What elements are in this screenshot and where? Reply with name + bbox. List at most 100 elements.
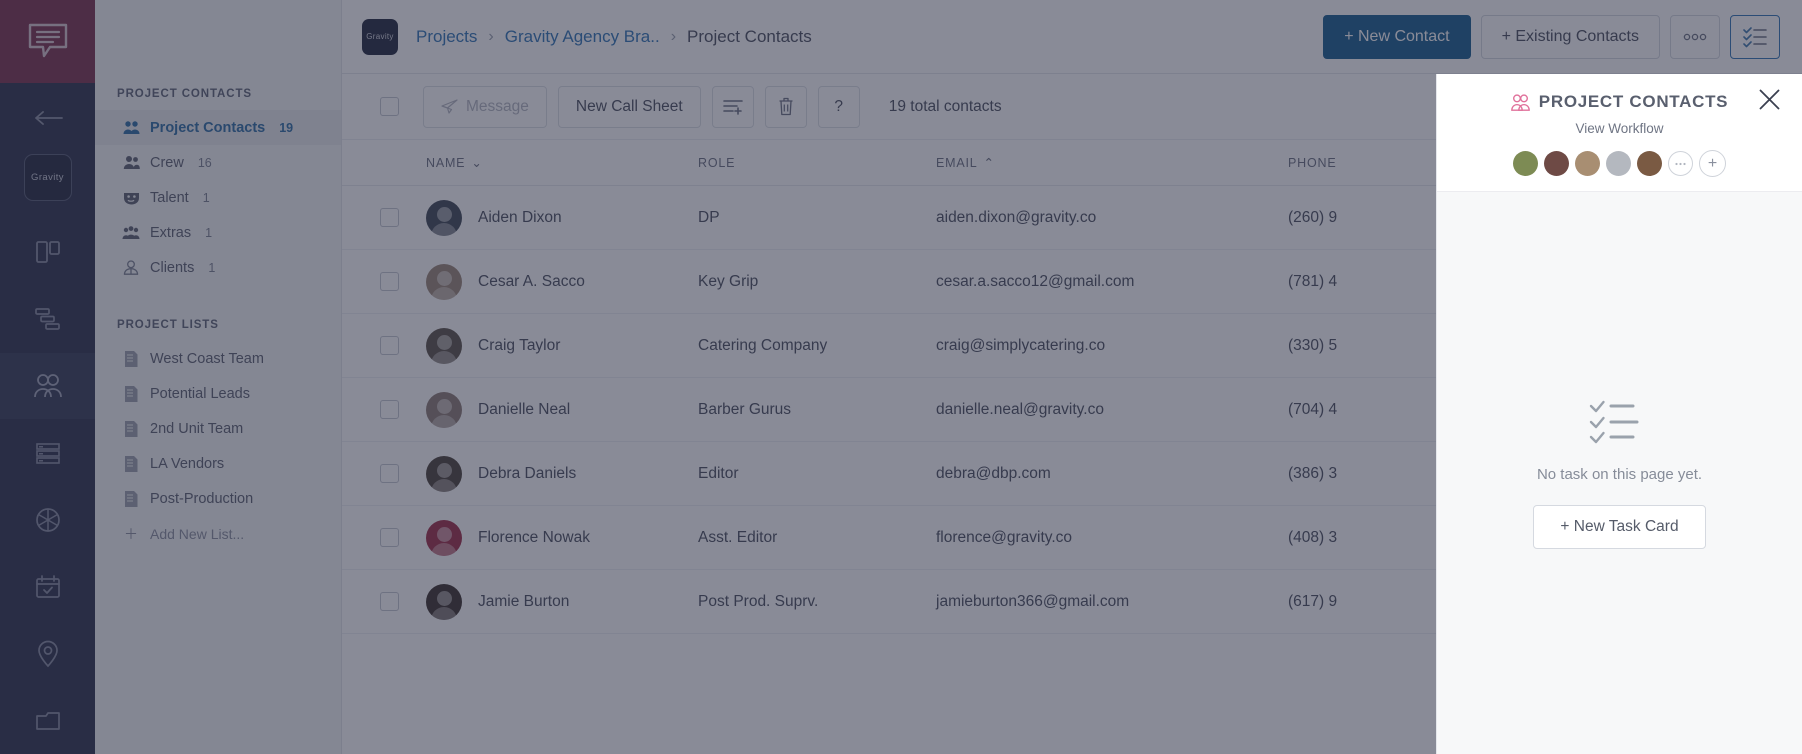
sidebar-item-talent[interactable]: Talent 1 (95, 180, 341, 215)
chat-bubble-logo-icon (28, 24, 67, 58)
rail-item-files[interactable] (0, 687, 95, 754)
breadcrumb-separator: › (670, 27, 677, 45)
rail-item-boards[interactable] (0, 219, 95, 286)
boards-icon (35, 241, 60, 264)
more-options-button[interactable] (1670, 14, 1720, 59)
help-button[interactable]: ? (817, 85, 860, 128)
trash-icon (779, 97, 793, 116)
more-dots-icon (1683, 33, 1707, 40)
rail-item-media[interactable] (0, 486, 95, 553)
sidebar-item-label: Project Contacts (150, 119, 266, 136)
sidebar-list-label: West Coast Team (150, 350, 264, 367)
sidebar-item-extras[interactable]: Extras 1 (95, 215, 341, 250)
row-name-cell: Debra Daniels (426, 455, 698, 492)
avatar[interactable] (1513, 151, 1538, 176)
contact-role: Catering Company (698, 336, 828, 354)
close-button[interactable] (1759, 89, 1780, 115)
contacts-pink-icon (1510, 93, 1530, 111)
rail-item-calendar[interactable] (0, 553, 95, 620)
sidebar-list-2nd-unit-team[interactable]: 2nd Unit Team (95, 411, 341, 446)
sidebar-item-count: 19 (279, 120, 294, 135)
existing-contacts-button[interactable]: + Existing Contacts (1480, 14, 1660, 59)
row-checkbox[interactable] (380, 208, 399, 227)
column-header-role[interactable]: ROLE (698, 156, 936, 170)
list-doc-icon (122, 490, 140, 507)
column-label: EMAIL (936, 155, 978, 170)
new-call-sheet-button[interactable]: New Call Sheet (557, 85, 701, 128)
crew-icon (122, 155, 140, 170)
new-task-card-button[interactable]: + New Task Card (1533, 504, 1706, 549)
row-checkbox[interactable] (380, 592, 399, 611)
rail-item-schedule[interactable] (0, 286, 95, 353)
contact-email: cesar.a.sacco12@gmail.com (936, 272, 1135, 290)
sidebar-list-post-production[interactable]: Post-Production (95, 481, 341, 516)
aperture-icon (35, 507, 60, 532)
collapse-back-button[interactable] (0, 83, 95, 154)
add-to-list-button[interactable] (711, 85, 754, 128)
rail-item-contacts[interactable] (0, 352, 95, 420)
add-member-button[interactable]: + (1699, 150, 1726, 177)
sidebar-item-count: 16 (197, 155, 212, 170)
sidebar-section-lists-title: PROJECT LISTS (117, 319, 219, 331)
project-switcher-button[interactable]: Gravity (23, 153, 72, 201)
avatar[interactable] (1544, 151, 1569, 176)
primary-nav-rail: Gravity (0, 0, 95, 754)
row-checkbox-cell (380, 272, 426, 291)
plus-icon: ＋ (124, 525, 138, 542)
contact-name: Aiden Dixon (478, 208, 562, 226)
send-icon (441, 99, 458, 114)
avatar[interactable] (1575, 151, 1600, 176)
row-checkbox[interactable] (380, 336, 399, 355)
sidebar-list-potential-leads[interactable]: Potential Leads (95, 376, 341, 411)
new-contact-button[interactable]: + New Contact (1323, 14, 1471, 59)
sidebar-list-label: LA Vendors (150, 455, 225, 472)
app-logo[interactable] (0, 0, 95, 83)
sidebar-item-crew[interactable]: Crew 16 (95, 145, 341, 180)
row-checkbox-cell (380, 400, 426, 419)
sidebar-item-label: Talent (150, 189, 189, 206)
total-contacts-label: 19 total contacts (888, 97, 1002, 115)
view-workflow-link[interactable]: View Workflow (1437, 121, 1802, 136)
row-checkbox[interactable] (380, 528, 399, 547)
tasks-panel-toggle[interactable] (1730, 14, 1780, 59)
contacts-sidebar: PROJECT CONTACTS Project Contacts 19 Cre… (95, 0, 342, 754)
avatar (426, 391, 462, 428)
sidebar-item-count: 1 (202, 190, 210, 205)
project-logo-badge[interactable]: Gravity (362, 18, 398, 55)
contact-name: Cesar A. Sacco (478, 272, 585, 290)
sidebar-item-project-contacts[interactable]: Project Contacts 19 (95, 110, 341, 145)
sidebar-list-label: Post-Production (150, 490, 254, 507)
close-icon (1759, 89, 1780, 110)
breadcrumb-project[interactable]: Gravity Agency Bra.. (505, 27, 660, 47)
group-contacts-icon (122, 120, 140, 135)
sidebar-list-la-vendors[interactable]: LA Vendors (95, 446, 341, 481)
sidebar-add-new-list[interactable]: ＋ Add New List... (95, 516, 341, 551)
column-header-email[interactable]: EMAIL ⌃ (936, 155, 1288, 171)
row-name-cell: Florence Nowak (426, 519, 698, 556)
rail-item-list[interactable] (0, 419, 95, 486)
rail-item-locations[interactable] (0, 620, 95, 687)
breadcrumb-separator: › (488, 27, 494, 45)
list-doc-icon (122, 385, 140, 402)
sidebar-list-west-coast-team[interactable]: West Coast Team (95, 341, 341, 376)
contact-role: DP (698, 208, 720, 226)
message-button[interactable]: Message (423, 85, 547, 128)
delete-button[interactable] (764, 85, 807, 128)
sidebar-item-clients[interactable]: Clients 1 (95, 250, 341, 285)
add-list-label: Add New List... (150, 525, 245, 542)
breadcrumb-projects[interactable]: Projects (416, 27, 477, 47)
avatar[interactable] (1606, 151, 1631, 176)
column-header-name[interactable]: NAME ⌄ (426, 155, 698, 171)
row-checkbox[interactable] (380, 400, 399, 419)
row-checkbox[interactable] (380, 464, 399, 483)
more-avatars-button[interactable] (1668, 151, 1693, 176)
sidebar-section-contacts-title: PROJECT CONTACTS (117, 88, 252, 100)
row-checkbox[interactable] (380, 272, 399, 291)
contact-role: Editor (698, 464, 739, 482)
avatar[interactable] (1637, 151, 1662, 176)
contact-role: Barber Gurus (698, 400, 792, 418)
select-all-checkbox[interactable] (380, 97, 399, 116)
more-dots-icon (1675, 162, 1686, 165)
column-label: NAME (426, 155, 466, 170)
panel-avatar-stack: + (1437, 150, 1802, 177)
